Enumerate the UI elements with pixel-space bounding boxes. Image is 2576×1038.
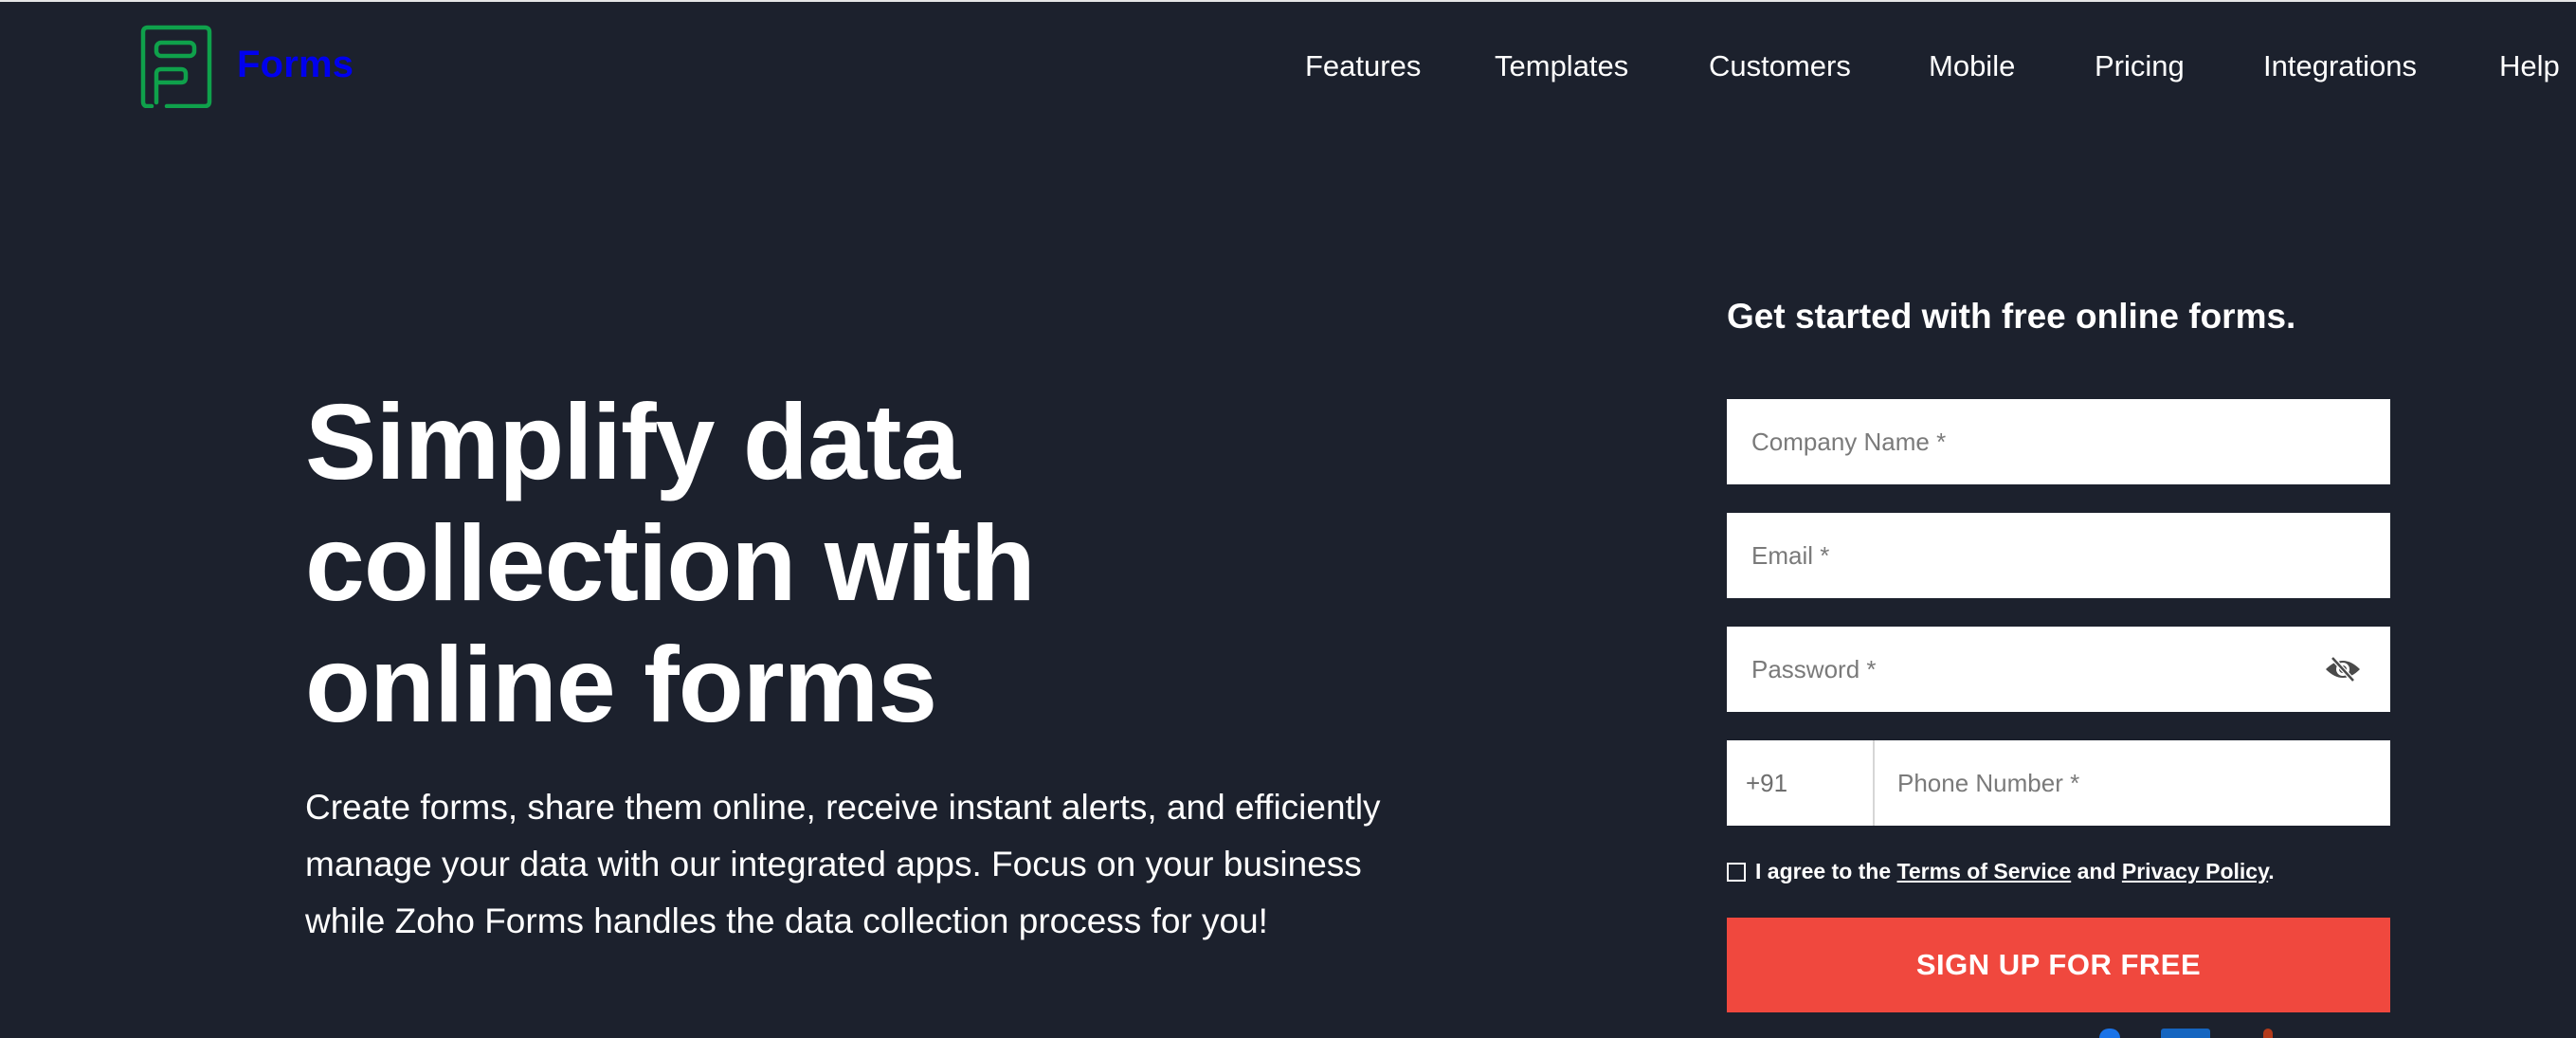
nav-customers[interactable]: Customers xyxy=(1709,46,1851,87)
headline-line: collection with xyxy=(305,503,1036,623)
company-name-field-wrapper xyxy=(1727,399,2390,484)
terms-checkbox[interactable] xyxy=(1727,863,1746,882)
country-code-selector[interactable]: +91 xyxy=(1727,740,1875,826)
window-top-border xyxy=(0,0,2576,2)
email-input[interactable] xyxy=(1727,513,2390,598)
eye-slash-icon[interactable] xyxy=(2324,657,2362,682)
google-signin-icon[interactable] xyxy=(2099,1029,2120,1038)
phone-field-wrapper: +91 xyxy=(1727,740,2390,826)
nav-integrations[interactable]: Integrations xyxy=(2263,46,2417,87)
sign-up-button[interactable]: SIGN UP FOR FREE xyxy=(1727,918,2390,1012)
password-input[interactable] xyxy=(1727,627,2390,712)
hero-headline: Simplify data collection with online for… xyxy=(305,381,1442,745)
nav-features[interactable]: Features xyxy=(1305,46,1421,87)
nav-help[interactable]: Help xyxy=(2499,46,2560,87)
main-nav: Features Templates Customers Mobile Pric… xyxy=(0,46,2576,87)
nav-mobile[interactable]: Mobile xyxy=(1929,46,2015,87)
terms-of-service-link[interactable]: Terms of Service xyxy=(1897,859,2072,883)
headline-line: Simplify data xyxy=(305,382,960,501)
form-title: Get started with free online forms. xyxy=(1727,297,2296,336)
company-name-input[interactable] xyxy=(1727,399,2390,484)
privacy-policy-link[interactable]: Privacy Policy xyxy=(2122,859,2268,883)
terms-consent: I agree to the Terms of Service and Priv… xyxy=(1727,855,2275,887)
password-field-wrapper xyxy=(1727,627,2390,712)
hero-description: Create forms, share them online, receive… xyxy=(305,788,1381,940)
social-signin-icon[interactable] xyxy=(2263,1029,2273,1038)
phone-number-input[interactable] xyxy=(1875,740,2390,826)
nav-templates[interactable]: Templates xyxy=(1495,46,1628,87)
email-field-wrapper xyxy=(1727,513,2390,598)
headline-line: online forms xyxy=(305,625,937,744)
nav-pricing[interactable]: Pricing xyxy=(2095,46,2185,87)
consent-suffix: . xyxy=(2268,859,2275,883)
consent-middle: and xyxy=(2071,859,2122,883)
microsoft-signin-icon[interactable] xyxy=(2161,1029,2210,1038)
consent-prefix: I agree to the xyxy=(1755,859,1897,883)
